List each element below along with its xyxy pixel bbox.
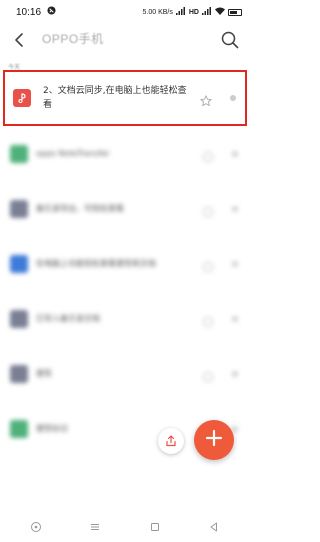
back-triangle-icon[interactable] — [207, 520, 221, 534]
notes-list: 2、文档云同步,在电脑上也能轻松查看 oppo NoteTransfer 备忘录… — [0, 70, 250, 456]
star-icon[interactable] — [202, 368, 214, 382]
note-title: 备忘录导出，可轻松查看 — [36, 204, 124, 213]
list-item[interactable]: 便签 — [0, 346, 250, 401]
status-icons: 5.00 KB/s HD — [143, 7, 242, 17]
add-note-button[interactable] — [194, 420, 234, 460]
add-icon — [205, 429, 223, 451]
note-type-icon — [10, 309, 28, 328]
page-title: OPPO手机 — [42, 32, 104, 46]
back-arrow-icon[interactable] — [12, 32, 26, 48]
hd-indicator: HD — [188, 8, 199, 16]
star-icon[interactable] — [202, 203, 214, 217]
note-type-icon — [10, 199, 28, 218]
system-nav-bar — [0, 512, 250, 542]
note-type-icon — [13, 89, 31, 107]
status-dot — [232, 370, 238, 377]
cell-signal-icon — [175, 7, 186, 17]
list-item[interactable]: oppo NoteTransfer — [0, 126, 250, 181]
share-icon — [165, 432, 177, 451]
app-bar: OPPO手机 — [0, 24, 250, 56]
note-type-icon — [10, 254, 28, 273]
note-type-icon — [10, 144, 28, 163]
battery-icon — [228, 8, 242, 16]
list-item[interactable]: 已导入备忘录文档 — [0, 291, 250, 346]
recent-square-icon[interactable] — [148, 520, 162, 534]
status-time: 10:16 — [16, 6, 42, 18]
star-icon[interactable] — [202, 313, 214, 327]
note-type-icon — [10, 419, 28, 438]
star-icon[interactable] — [200, 92, 212, 107]
note-title: 2、文档云同步,在电脑上也能轻松查看 — [43, 86, 187, 110]
note-title: 已导入备忘录文档 — [36, 314, 100, 323]
status-dot — [232, 150, 238, 157]
star-icon[interactable] — [202, 148, 214, 162]
list-item[interactable]: 备忘录导出，可轻松查看 — [0, 181, 250, 236]
cell-signal-icon-2 — [202, 7, 212, 17]
list-item[interactable]: 2、文档云同步,在电脑上也能轻松查看 — [3, 70, 247, 126]
note-title: oppo NoteTransfer — [36, 149, 110, 158]
status-left: 10:16 — [16, 6, 56, 18]
status-dot — [232, 205, 238, 212]
search-icon[interactable] — [220, 30, 240, 50]
note-type-icon — [10, 364, 28, 383]
home-icon[interactable] — [29, 520, 43, 534]
status-dot — [230, 95, 236, 101]
status-bar: 10:16 5.00 KB/s HD — [0, 0, 250, 24]
star-icon[interactable] — [202, 258, 214, 272]
wifi-icon — [215, 7, 225, 17]
note-title: 便签 — [36, 369, 52, 378]
menu-icon[interactable] — [88, 520, 102, 534]
status-dot — [232, 425, 238, 432]
share-button[interactable] — [158, 428, 184, 454]
app-notification-icon — [47, 6, 56, 18]
list-item[interactable]: 在电脑上也能轻松查看便签和文档 — [0, 236, 250, 291]
status-dot — [232, 260, 238, 267]
status-dot — [232, 315, 238, 322]
net-speed: 5.00 KB/s — [142, 8, 173, 16]
note-title: 在电脑上也能轻松查看便签和文档 — [36, 259, 156, 268]
